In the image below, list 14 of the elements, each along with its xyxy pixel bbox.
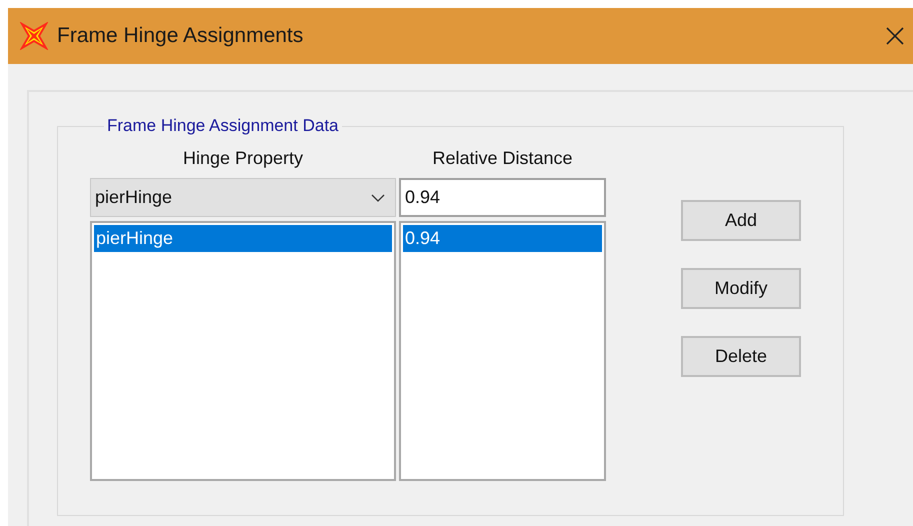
distance-field[interactable]: 0.94 bbox=[399, 178, 606, 217]
column-header: Hinge Property bbox=[182, 148, 304, 170]
close-button[interactable] bbox=[885, 26, 905, 46]
action-button[interactable]: Add bbox=[681, 200, 801, 241]
caret-icon bbox=[371, 194, 385, 202]
window-title: Frame Hinge Assignments bbox=[57, 24, 304, 48]
group-title: Frame Hinge Assignment Data bbox=[106, 116, 340, 136]
property-dropdown[interactable]: pierHinge bbox=[90, 178, 396, 217]
list-item[interactable]: pierHinge bbox=[94, 225, 392, 252]
list-item[interactable]: 0.94 bbox=[403, 225, 602, 252]
column-header: Relative Distance bbox=[432, 148, 573, 170]
action-button[interactable]: Delete bbox=[681, 336, 801, 377]
action-button[interactable]: Modify bbox=[681, 268, 801, 309]
app-icon bbox=[20, 22, 48, 50]
